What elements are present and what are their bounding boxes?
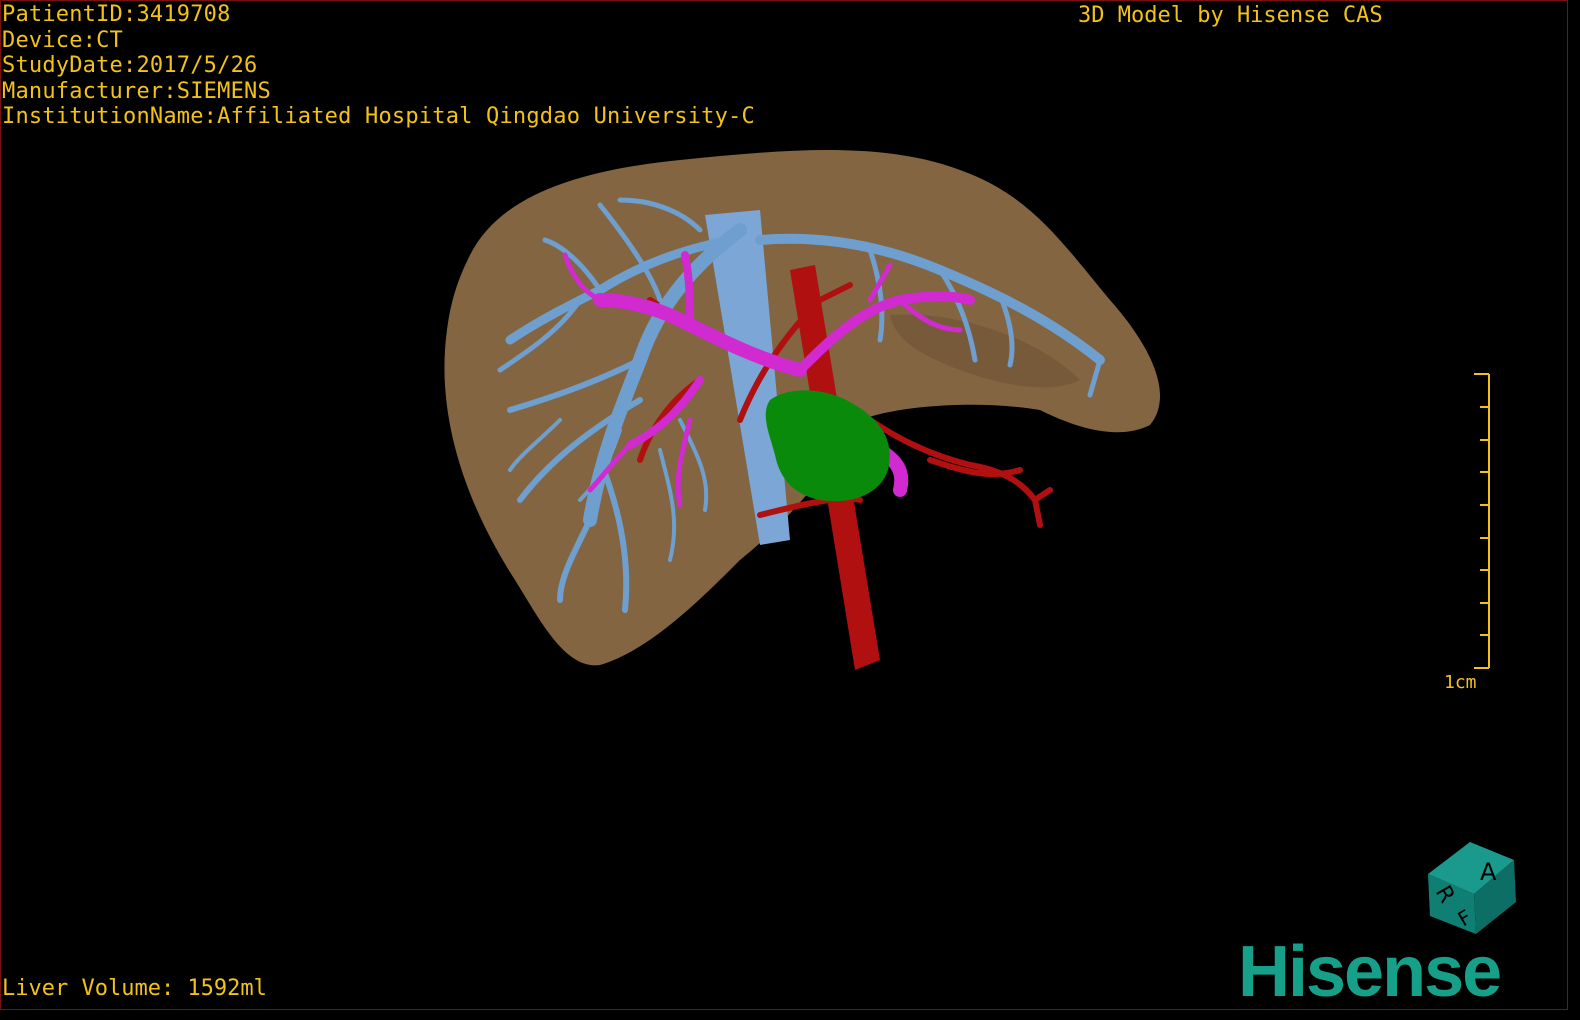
hisense-logo: Hisense [1238, 932, 1502, 1012]
scale-bar-label: 1cm [1444, 672, 1477, 693]
scale-bar [1474, 373, 1490, 669]
orientation-label-a: A [1480, 858, 1497, 886]
3d-viewport[interactable] [0, 0, 1568, 1010]
study-info: PatientID:3419708 Device:CT StudyDate:20… [2, 2, 755, 130]
institution-name: InstitutionName:Affiliated Hospital Qing… [2, 104, 755, 129]
model-title: 3D Model by Hisense CAS [1078, 3, 1383, 28]
device: Device:CT [2, 27, 124, 53]
patient-id: PatientID:3419708 [2, 2, 231, 27]
manufacturer: Manufacturer:SIEMENS [2, 78, 271, 104]
study-date: StudyDate:2017/5/26 [2, 53, 258, 78]
liver-volume: Liver Volume: 1592ml [2, 976, 267, 1001]
orientation-cube[interactable]: A R F [1418, 836, 1522, 940]
